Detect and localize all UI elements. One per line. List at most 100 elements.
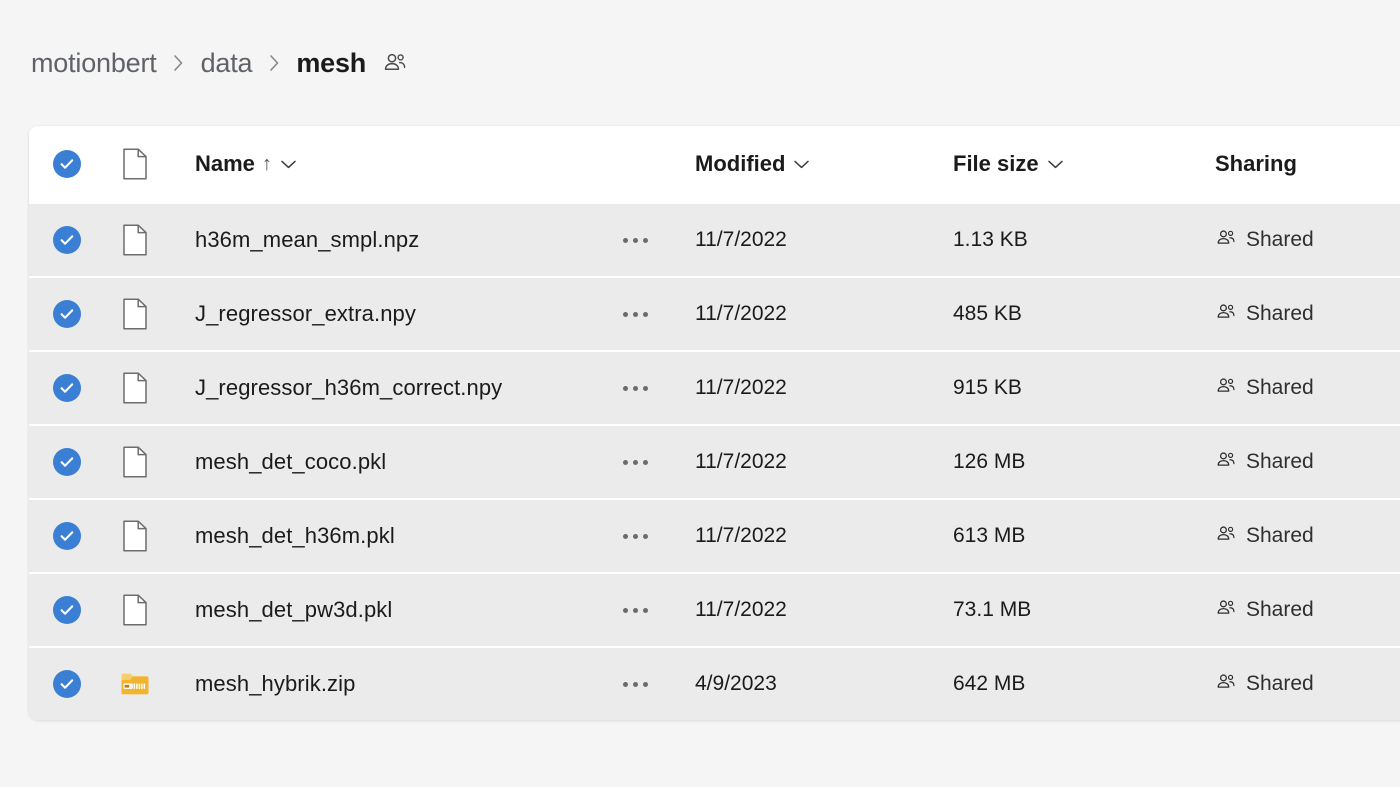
sharing-label: Shared <box>1246 672 1314 695</box>
people-icon <box>1215 449 1237 476</box>
row-checkbox[interactable] <box>29 374 104 402</box>
sharing-label: Shared <box>1246 524 1314 547</box>
sharing-label: Shared <box>1246 228 1314 251</box>
row-checkbox[interactable] <box>29 226 104 254</box>
file-icon <box>104 446 166 478</box>
chevron-down-icon[interactable] <box>279 158 298 170</box>
sharing-status[interactable]: Shared <box>1215 523 1400 550</box>
file-icon <box>104 594 166 626</box>
checkmark-circle-icon[interactable] <box>52 374 81 402</box>
file-icon <box>104 372 166 404</box>
cell-file-size: 613 MB <box>953 524 1026 547</box>
file-icon <box>123 148 147 180</box>
table-header-row: Name ↑ Modified File size Sharing <box>29 126 1400 202</box>
row-actions-menu-button[interactable] <box>619 528 652 545</box>
people-icon <box>1215 671 1237 698</box>
checkmark-circle-icon[interactable] <box>52 150 81 178</box>
row-checkbox[interactable] <box>29 300 104 328</box>
sharing-label: Shared <box>1246 598 1314 621</box>
sharing-status[interactable]: Shared <box>1215 301 1400 328</box>
select-all-checkbox[interactable] <box>29 150 104 178</box>
sharing-status[interactable]: Shared <box>1215 227 1400 254</box>
column-header-file-size-label: File size <box>953 151 1039 176</box>
chevron-right-icon <box>270 55 279 71</box>
file-name-link[interactable]: mesh_det_h36m.pkl <box>195 523 395 548</box>
breadcrumb-item-0[interactable]: motionbert <box>29 49 159 77</box>
row-checkbox[interactable] <box>29 448 104 476</box>
people-icon <box>1215 227 1237 254</box>
sort-ascending-icon: ↑ <box>261 153 272 175</box>
checkmark-circle-icon[interactable] <box>52 670 81 698</box>
zip-icon <box>104 671 166 697</box>
file-list-card: Name ↑ Modified File size Sharing h36m_m… <box>29 126 1400 720</box>
cell-modified: 11/7/2022 <box>695 450 787 473</box>
cell-file-size: 915 KB <box>953 376 1022 399</box>
checkmark-circle-icon[interactable] <box>52 226 81 254</box>
column-header-modified-label: Modified <box>695 151 786 176</box>
checkmark-circle-icon[interactable] <box>52 448 81 476</box>
chevron-down-icon[interactable] <box>792 158 811 170</box>
sharing-status[interactable]: Shared <box>1215 671 1400 698</box>
cell-modified: 11/7/2022 <box>695 302 787 325</box>
row-actions-menu-button[interactable] <box>619 602 652 619</box>
row-actions-menu-button[interactable] <box>619 676 652 693</box>
breadcrumb-separator-0 <box>159 52 199 74</box>
checkmark-circle-icon[interactable] <box>52 522 81 550</box>
file-icon <box>104 224 166 256</box>
row-checkbox[interactable] <box>29 522 104 550</box>
cell-file-size: 126 MB <box>953 450 1026 473</box>
people-icon <box>1215 375 1237 402</box>
file-name-link[interactable]: h36m_mean_smpl.npz <box>195 227 419 252</box>
chevron-down-icon[interactable] <box>1046 158 1065 170</box>
table-row[interactable]: mesh_hybrik.zip 4/9/2023 642 MB Shared <box>29 646 1400 720</box>
file-name-link[interactable]: J_regressor_extra.npy <box>195 301 416 326</box>
sharing-status[interactable]: Shared <box>1215 597 1400 624</box>
file-name-link[interactable]: mesh_det_coco.pkl <box>195 449 386 474</box>
cell-file-size: 73.1 MB <box>953 598 1032 621</box>
breadcrumb-separator-1 <box>254 52 294 74</box>
sharing-label: Shared <box>1246 450 1314 473</box>
table-row[interactable]: mesh_det_pw3d.pkl 11/7/2022 73.1 MB Shar… <box>29 572 1400 646</box>
column-header-file-size[interactable]: File size <box>953 151 1215 177</box>
file-icon <box>104 298 166 330</box>
row-actions-menu-button[interactable] <box>619 232 652 249</box>
cell-modified: 4/9/2023 <box>695 672 777 695</box>
cell-modified: 11/7/2022 <box>695 598 787 621</box>
row-checkbox[interactable] <box>29 596 104 624</box>
sharing-status[interactable]: Shared <box>1215 449 1400 476</box>
column-header-name[interactable]: Name ↑ <box>166 151 611 177</box>
column-header-modified[interactable]: Modified <box>695 151 953 177</box>
cell-modified: 11/7/2022 <box>695 228 787 251</box>
table-row[interactable]: J_regressor_extra.npy 11/7/2022 485 KB S… <box>29 276 1400 350</box>
column-header-sharing-label: Sharing <box>1215 151 1297 176</box>
file-name-link[interactable]: mesh_det_pw3d.pkl <box>195 597 392 622</box>
people-icon <box>1215 301 1237 328</box>
cell-file-size: 485 KB <box>953 302 1022 325</box>
header-file-type-icon[interactable] <box>104 148 166 180</box>
file-name-link[interactable]: J_regressor_h36m_correct.npy <box>195 375 502 400</box>
row-actions-menu-button[interactable] <box>619 380 652 397</box>
table-row[interactable]: mesh_det_coco.pkl 11/7/2022 126 MB Share… <box>29 424 1400 498</box>
checkmark-circle-icon[interactable] <box>52 300 81 328</box>
people-icon <box>1215 597 1237 624</box>
sharing-label: Shared <box>1246 302 1314 325</box>
cell-file-size: 642 MB <box>953 672 1026 695</box>
people-icon <box>382 50 408 76</box>
table-row[interactable]: h36m_mean_smpl.npz 11/7/2022 1.13 KB Sha… <box>29 202 1400 276</box>
breadcrumb-item-current[interactable]: mesh <box>294 49 368 77</box>
file-name-link[interactable]: mesh_hybrik.zip <box>195 671 355 696</box>
cell-modified: 11/7/2022 <box>695 376 787 399</box>
sharing-status[interactable]: Shared <box>1215 375 1400 402</box>
table-row[interactable]: J_regressor_h36m_correct.npy 11/7/2022 9… <box>29 350 1400 424</box>
row-checkbox[interactable] <box>29 670 104 698</box>
row-actions-menu-button[interactable] <box>619 306 652 323</box>
chevron-right-icon <box>174 55 183 71</box>
checkmark-circle-icon[interactable] <box>52 596 81 624</box>
file-icon <box>104 520 166 552</box>
column-header-sharing[interactable]: Sharing <box>1215 151 1400 177</box>
row-actions-menu-button[interactable] <box>619 454 652 471</box>
breadcrumb-item-1[interactable]: data <box>199 49 255 77</box>
breadcrumb: motionbert data mesh <box>29 40 408 86</box>
sharing-label: Shared <box>1246 376 1314 399</box>
table-row[interactable]: mesh_det_h36m.pkl 11/7/2022 613 MB Share… <box>29 498 1400 572</box>
